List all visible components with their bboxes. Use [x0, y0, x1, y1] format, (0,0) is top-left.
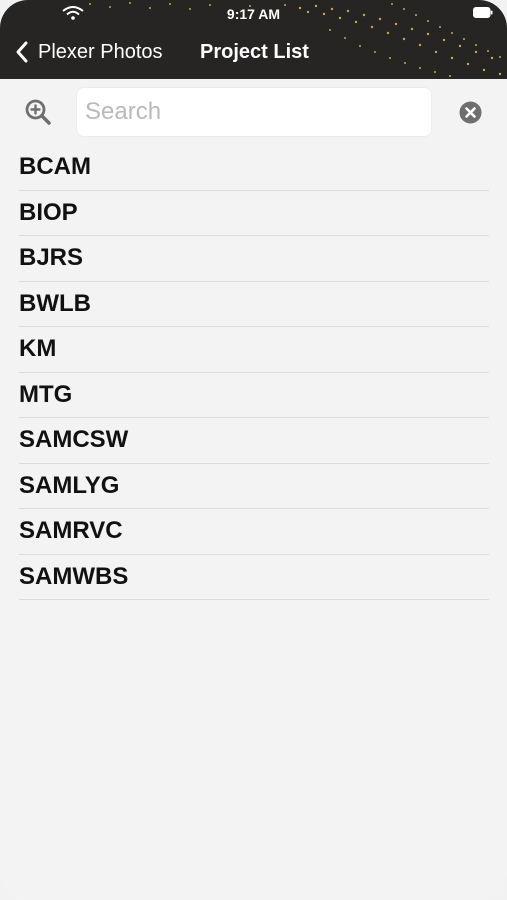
project-list-item[interactable]: BIOP — [19, 191, 489, 236]
page-title: Project List — [200, 41, 309, 63]
project-list-item[interactable]: MTG — [19, 373, 489, 418]
project-list-item[interactable]: KM — [19, 327, 489, 373]
navigation-header: 9:17 AM Plexer Photos Project List — [0, 0, 507, 79]
project-list-item[interactable]: SAMCSW — [19, 418, 489, 464]
status-bar: 9:17 AM — [0, 0, 507, 28]
clear-search-icon[interactable] — [459, 101, 482, 124]
project-list: BCAM BIOP BJRS BWLB KM MTG SAMCSW SAMLYG… — [19, 145, 489, 600]
battery-icon — [473, 7, 493, 18]
project-list-item[interactable]: SAMRVC — [19, 509, 489, 555]
chevron-left-icon — [16, 41, 28, 63]
zoom-in-icon[interactable] — [24, 98, 52, 126]
status-time: 9:17 AM — [226, 6, 281, 22]
project-list-item[interactable]: BCAM — [19, 145, 489, 191]
project-list-item[interactable]: SAMWBS — [19, 555, 489, 600]
project-list-item[interactable]: BJRS — [19, 236, 489, 282]
back-button[interactable]: Plexer Photos — [14, 38, 163, 66]
search-input[interactable] — [76, 87, 432, 137]
back-button-label: Plexer Photos — [38, 40, 163, 63]
app-screen: 9:17 AM Plexer Photos Project List BCAM … — [0, 0, 507, 900]
project-list-item[interactable]: BWLB — [19, 282, 489, 327]
project-list-item[interactable]: SAMLYG — [19, 464, 489, 509]
